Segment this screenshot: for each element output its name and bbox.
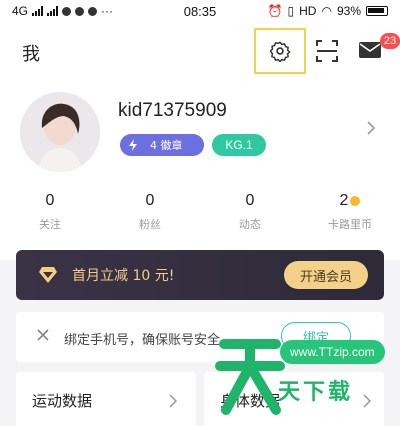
status-time: 08:35 (183, 3, 217, 19)
body-data-card[interactable]: 身体数据 (204, 372, 384, 426)
vip-promo-text: 首月立减 10 元! (72, 268, 175, 284)
badges-chip[interactable]: 4 徽章 (120, 134, 204, 156)
sport-data-title: 运动数据 (32, 392, 93, 410)
lightning-icon (129, 139, 137, 151)
username: kid71375909 (118, 100, 227, 121)
stat-label: 卡路里币 (328, 218, 372, 231)
chevron-right-icon (363, 394, 372, 408)
stat-label: 粉丝 (139, 218, 161, 231)
scan-icon (316, 40, 338, 62)
vip-banner[interactable]: 首月立减 10 元! 开通会员 (16, 250, 384, 300)
close-icon[interactable] (36, 328, 50, 342)
body-data-title: 身体数据 (220, 392, 281, 410)
stat-posts[interactable]: 0 动态 (200, 190, 300, 232)
stats-row: 0 关注 0 粉丝 0 动态 2 卡路里币 (0, 190, 400, 232)
coin-icon (350, 196, 361, 206)
mail-icon (359, 42, 381, 58)
level-chip[interactable]: KG.1 (212, 134, 266, 156)
stat-value: 0 (145, 192, 155, 209)
stat-fans[interactable]: 0 粉丝 (100, 190, 200, 232)
badges-chip-label: 4 徽章 (150, 139, 183, 152)
stat-value-wrap: 2 (340, 192, 361, 210)
stat-value: 0 (45, 192, 55, 209)
open-vip-button[interactable]: 开通会员 (284, 261, 368, 289)
profile-section: 我 23 kid71375909 4 徽章 KG.1 0 关注 0 粉丝 0 动… (0, 22, 400, 260)
avatar[interactable] (20, 92, 100, 172)
status-bar: 4G ··· 08:35 ⏰ ▯ HD ◠ 93% (0, 0, 400, 22)
stat-value: 0 (245, 192, 255, 209)
chevron-right-icon (169, 394, 178, 408)
bind-phone-card: 绑定手机号，确保账号安全 绑定 (16, 312, 384, 362)
stat-value: 2 (339, 192, 349, 209)
page-title: 我 (22, 44, 40, 65)
bind-phone-text: 绑定手机号，确保账号安全 (64, 333, 221, 348)
sport-data-card[interactable]: 运动数据 (16, 372, 196, 426)
stat-label: 动态 (239, 218, 261, 231)
stat-label: 关注 (39, 218, 61, 231)
settings-button[interactable] (254, 28, 306, 74)
diamond-icon (39, 267, 57, 283)
bind-phone-button[interactable]: 绑定 (281, 322, 351, 350)
scan-button[interactable] (314, 38, 340, 64)
stat-following[interactable]: 0 关注 (0, 190, 100, 232)
avatar-image (20, 92, 100, 172)
battery-icon (366, 6, 388, 16)
chevron-right-icon[interactable] (365, 120, 377, 136)
gear-icon (269, 41, 291, 62)
message-count-badge: 23 (380, 33, 400, 49)
stat-calorie-coins[interactable]: 2 卡路里币 (300, 190, 400, 232)
